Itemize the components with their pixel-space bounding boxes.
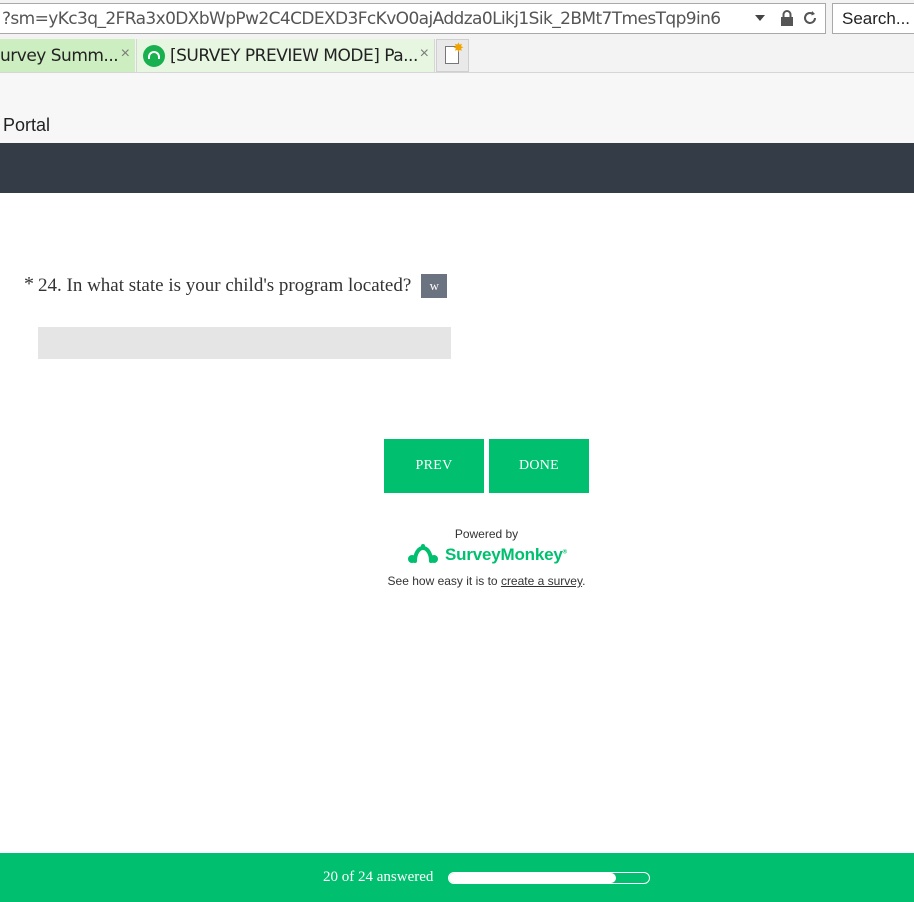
close-icon[interactable]: × <box>420 45 429 63</box>
portal-link[interactable]: Portal <box>3 115 50 136</box>
dropdown-arrow-icon[interactable] <box>755 15 765 21</box>
tab-survey-summary[interactable]: urvey Summ... × <box>0 39 135 72</box>
done-button[interactable]: DONE <box>489 439 589 493</box>
close-icon[interactable]: × <box>121 45 130 63</box>
see-how-suffix: . <box>582 574 586 588</box>
progress-footer: 20 of 24 answered <box>0 853 914 902</box>
surveymonkey-favicon-icon <box>143 44 165 67</box>
prev-button[interactable]: PREV <box>384 439 484 493</box>
progress-label: 20 of 24 answered <box>323 869 434 885</box>
progress-fill <box>449 873 616 883</box>
search-placeholder: Search... <box>842 9 911 28</box>
tab-label: [SURVEY PREVIEW MODE] Pa... <box>170 45 418 66</box>
tab-survey-preview[interactable]: [SURVEY PREVIEW MODE] Pa... × <box>136 39 435 72</box>
surveymonkey-logo-icon <box>408 544 438 563</box>
question-row: * 24. In what state is your child's prog… <box>24 273 448 299</box>
state-answer-input[interactable] <box>38 327 451 359</box>
address-bar-row: ?sm=yKc3q_2FRa3x0DXbWpPw2C4CDEXD3FcKvO0a… <box>0 0 914 37</box>
url-text[interactable]: ?sm=yKc3q_2FRa3x0DXbWpPw2C4CDEXD3FcKvO0a… <box>2 9 721 29</box>
surveymonkey-logo[interactable]: SurveyMonkey® <box>407 543 567 567</box>
tab-strip: urvey Summ... × [SURVEY PREVIEW MODE] Pa… <box>0 37 914 73</box>
trademark-mark: ® <box>562 549 567 556</box>
lock-icon[interactable] <box>779 9 795 27</box>
question-title: 24. In what state is your child's progra… <box>38 275 412 296</box>
address-bar-icons <box>755 9 819 27</box>
progress-bar <box>448 872 650 884</box>
question-badge[interactable]: w <box>421 274 448 298</box>
required-marker: * <box>24 273 34 295</box>
portal-bar: Portal <box>0 73 914 143</box>
brand-name: SurveyMonkey® <box>445 545 567 564</box>
powered-by-text: Powered by <box>454 527 519 541</box>
address-bar[interactable]: ?sm=yKc3q_2FRa3x0DXbWpPw2C4CDEXD3FcKvO0a… <box>0 3 826 34</box>
see-how-prefix: See how easy it is to <box>387 574 501 588</box>
search-box[interactable]: Search... <box>832 3 914 34</box>
create-survey-link[interactable]: create a survey <box>501 574 582 588</box>
reload-icon[interactable] <box>801 9 819 27</box>
new-star-icon: ✸ <box>453 40 464 55</box>
survey-header-band <box>0 143 914 193</box>
new-tab-button[interactable]: ✸ <box>436 39 469 72</box>
see-how-text: See how easy it is to create a survey. <box>0 574 914 588</box>
tab-label: urvey Summ... <box>0 45 119 66</box>
